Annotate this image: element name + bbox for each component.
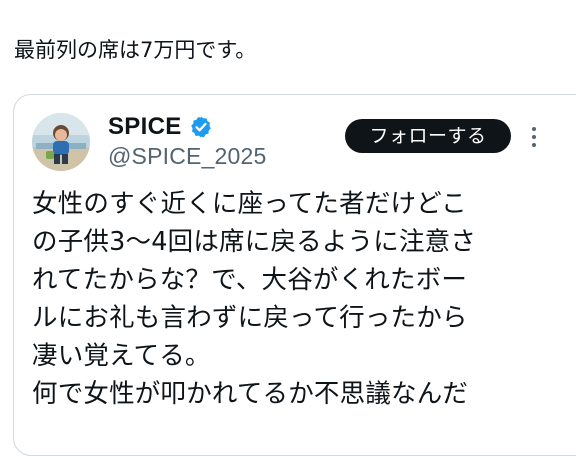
post-text-line: 女性のすぐ近くに座ってた者だけどこ	[32, 189, 467, 219]
follow-button[interactable]: フォローする	[345, 119, 511, 153]
author-name-row[interactable]: SPICE	[108, 113, 213, 141]
avatar[interactable]	[32, 113, 90, 171]
avatar-image	[32, 113, 90, 171]
embedded-post-text: 女性のすぐ近くに座ってた者だけどこ の子供3〜4回は席に戻るように注意さ れてた…	[32, 185, 552, 413]
post-text-line: 何で女性が叩かれてるか不思議なんだ	[32, 379, 469, 409]
post-text-line: の子供3〜4回は席に戻るように注意さ	[32, 227, 477, 257]
post-text-line: ルにお礼も言わずに戻って行ったから	[32, 303, 468, 333]
post-text-line: 凄い覚えてる。	[32, 341, 211, 371]
author-display-name[interactable]: SPICE	[108, 113, 182, 141]
more-options-icon[interactable]	[529, 125, 539, 149]
post-text: 最前列の席は7万円です。	[14, 38, 257, 62]
verified-badge-icon	[190, 116, 211, 138]
author-handle[interactable]: @SPICE_2025	[108, 141, 267, 171]
post-text-line: れてたからな？で、大谷がくれたボー	[32, 265, 468, 295]
embedded-post-card[interactable]: SPICE @SPICE_2025 フォローする 女性のすぐ近くに座ってた者だけ…	[13, 94, 576, 456]
